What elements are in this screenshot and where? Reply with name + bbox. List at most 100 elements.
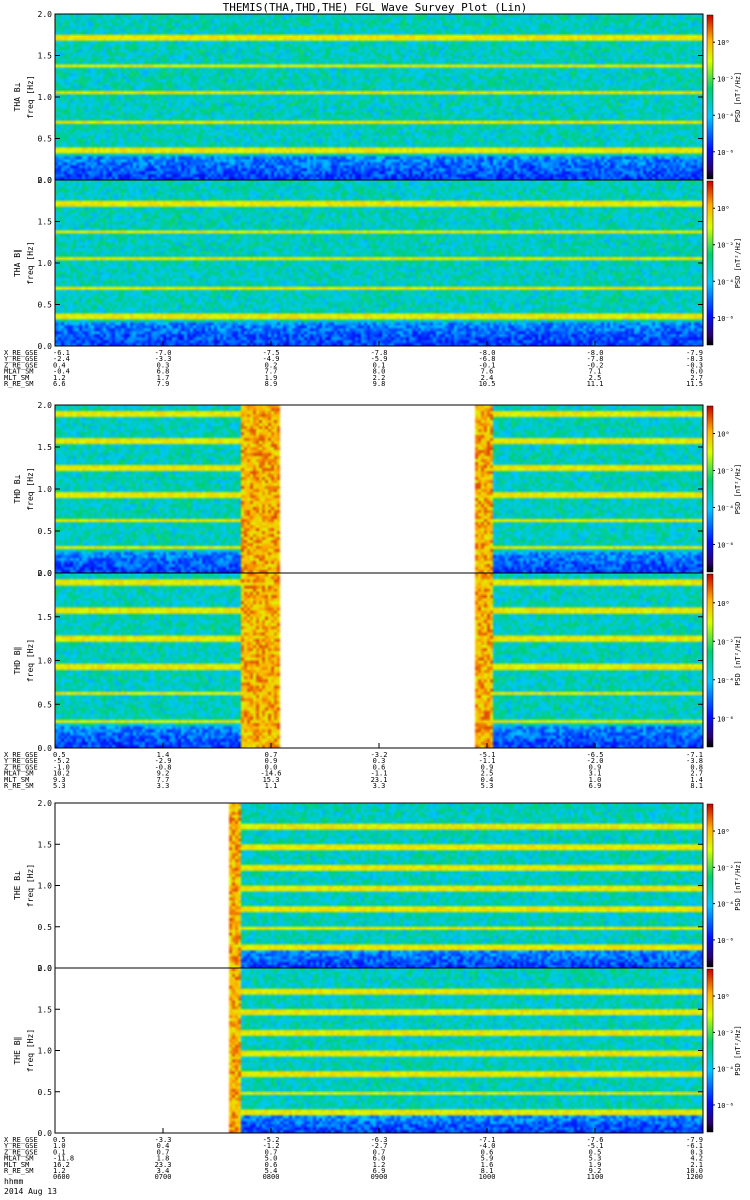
spectrogram-panel-tha-b⊥: 0.00.51.01.52.0THA B⊥ freq [Hz]10⁰10⁻²10⁻… [13,10,742,185]
ephemeris-value: 7.9 [157,380,170,388]
colorbar: 10⁰ 10⁻² 10⁻⁴ 10⁻⁶ PSD [nT²/Hz] [706,14,742,180]
colorbar-tick-label: 10⁰ [717,828,730,836]
time-tick-label: 1100 [587,1173,604,1181]
colorbar: 10⁰ 10⁻² 10⁻⁴ 10⁻⁶ PSD [nT²/Hz] [706,405,742,573]
colorbar-strip [706,573,714,748]
freq-tick-label: 0.5 [38,135,53,144]
freq-tick-label: 1.5 [38,218,53,227]
ephemeris-table-the: X_RE_GSE 0.5 -3.3 -5.2 -6.3 -7.1 -7.6 -7.9Y_RE_… [4,1128,704,1181]
colorbar-strip [706,803,714,968]
ephemeris-value: 3.3 [373,782,386,790]
colorbar-tick-label: 10⁻⁶ [717,715,734,723]
freq-tick-label: 1.0 [38,485,53,494]
freq-tick-label: 2.0 [38,799,53,808]
freq-tick-label: 0.0 [38,1129,53,1138]
colorbar-tick-label: 10⁻⁴ [717,677,734,685]
freq-tick-label: 1.5 [38,840,53,849]
ephemeris-value: 11.1 [587,380,604,388]
freq-tick-label: 1.5 [38,52,53,61]
freq-tick-label: 0.5 [38,700,53,709]
colorbar-label: PSD [nT²/Hz] [734,238,742,289]
colorbar-tick-label: 10⁰ [717,431,730,439]
colorbar-label: PSD [nT²/Hz] [734,1025,742,1076]
spectrogram-panel-thd-b∥: 0.0 0.5 1.0 1.5 2.0 THD B∥ freq [Hz] 10⁰ 10⁻² 10⁻… [13,569,742,753]
freq-axis-label: freq [Hz] [26,1029,35,1072]
ephemeris-value: 1.1 [265,782,278,790]
plot-title: THEMIS(THA,THD,THE) FGL Wave Survey Plot… [223,1,528,14]
colorbar-tick-label: 10⁻⁴ [717,112,734,120]
panel-label: THA B⊥ [13,82,22,111]
freq-tick-label: 0.0 [38,342,53,351]
freq-tick-label: 2.0 [38,176,53,185]
spectrogram-panel-thd-b⊥: 0.00.51.01.52.0THD B⊥ freq [Hz]10⁰10⁻²10⁻… [13,401,742,578]
freq-tick-label: 0.0 [38,744,53,753]
colorbar-tick-label: 10⁻⁴ [717,504,734,512]
colorbar-strip [706,180,714,346]
colorbar: 10⁰ 10⁻² 10⁻⁴ 10⁻⁶ PSD [nT²/Hz] [706,573,742,748]
spectrogram-image [55,968,703,1133]
freq-tick-label: 0.5 [38,301,53,310]
freq-tick-label: 1.0 [38,657,53,666]
colorbar-tick-label: 10⁻² [717,76,734,84]
colorbar: 10⁰ 10⁻² 10⁻⁴ 10⁻⁶ PSD [nT²/Hz] [706,968,742,1133]
freq-tick-label: 0.5 [38,923,53,932]
ephemeris-value: 6.9 [589,782,602,790]
time-tick-label: 0600 [53,1173,70,1181]
freq-axis-label: freq [Hz] [26,467,35,510]
colorbar-strip [706,14,714,180]
colorbar-tick-label: 10⁻⁴ [717,1066,734,1074]
colorbar-label: PSD [nT²/Hz] [734,464,742,515]
colorbar-tick-label: 10⁻⁴ [717,278,734,286]
freq-tick-label: 2.0 [38,401,53,410]
freq-tick-label: 1.0 [38,259,53,268]
time-tick-label: 0900 [371,1173,388,1181]
panel-label: THE B⊥ [13,871,22,900]
wave-survey-plot: THEMIS(THA,THD,THE) FGL Wave Survey Plot… [4,1,742,1196]
spectrogram-image [55,803,703,968]
colorbar-label: PSD [nT²/Hz] [734,635,742,686]
spectrogram-panel-the-b∥: 0.0 0.5 1.0 1.5 2.0 THE B∥ freq [Hz] 10⁰ 10⁻² 10⁻… [13,964,742,1138]
ephemeris-value: 5.3 [53,782,66,790]
freq-tick-label: 2.0 [38,569,53,578]
freq-tick-label: 1.0 [38,1047,53,1056]
spectrogram-image [55,180,703,346]
time-tick-label: 0700 [155,1173,172,1181]
colorbar-tick-label: 10⁻⁴ [717,901,734,909]
panel-label: THA B∥ [13,249,22,277]
freq-tick-label: 0.5 [38,1088,53,1097]
time-tick-label: 1000 [479,1173,496,1181]
colorbar-tick-label: 10⁻⁶ [717,541,734,549]
ephemeris-name: R_RE_SM [4,1167,34,1175]
ephemeris-value: 10.5 [479,380,496,388]
freq-tick-label: 1.5 [38,613,53,622]
time-tick-label: 1200 [686,1173,703,1181]
spectrogram-image [55,573,703,748]
panel-label: THD B∥ [13,646,22,674]
ephemeris-table-thd: X_RE_GSE 0.5 1.4 0.7 -3.2 -5.1 -6.5 -7.1Y_RE_GS… [4,743,704,790]
colorbar-tick-label: 10⁻² [717,1029,734,1037]
spectrogram-panel-the-b⊥: 0.00.51.01.52.0THE B⊥ freq [Hz]10⁰10⁻²10⁻… [13,799,742,973]
colorbar-tick-label: 10⁻² [717,864,734,872]
colorbar-tick-label: 10⁻⁶ [717,315,734,323]
freq-tick-label: 1.0 [38,882,53,891]
colorbar-label: PSD [nT²/Hz] [734,860,742,911]
time-axis-label: hhmm [4,1177,23,1186]
ephemeris-value: 11.5 [686,380,703,388]
ephemeris-name: R_RE_SM [4,782,34,790]
freq-axis-label: freq [Hz] [26,864,35,907]
ephemeris-value: 8.1 [690,782,703,790]
ephemeris-name: R_RE_SM [4,380,34,388]
freq-tick-label: 1.0 [38,93,53,102]
colorbar: 10⁰ 10⁻² 10⁻⁴ 10⁻⁶ PSD [nT²/Hz] [706,803,742,968]
time-tick-label: 0800 [263,1173,280,1181]
colorbar-strip [706,968,714,1133]
panel-label: THE B∥ [13,1036,22,1064]
spectrogram-panel-tha-b∥: 0.0 0.5 1.0 1.5 2.0 THA B∥ freq [Hz] 10⁰ 10⁻² 10⁻… [13,176,742,351]
freq-tick-label: 0.5 [38,527,53,536]
colorbar-tick-label: 10⁻² [717,242,734,250]
freq-axis-label: freq [Hz] [26,639,35,682]
colorbar-label: PSD [nT²/Hz] [734,72,742,123]
ephemeris-value: 5.3 [481,782,494,790]
spectrogram-image [55,14,703,180]
colorbar-tick-label: 10⁻⁶ [717,1102,734,1110]
